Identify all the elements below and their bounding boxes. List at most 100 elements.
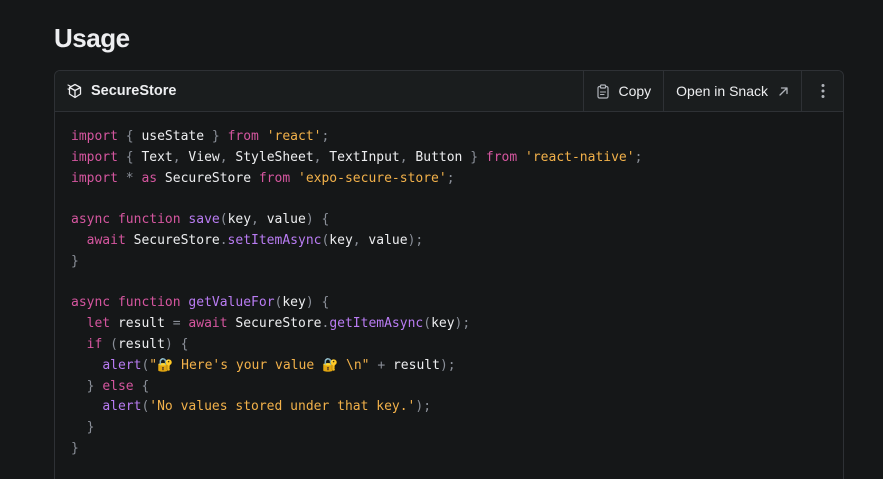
code-line: } (71, 418, 642, 439)
code-line: } (71, 252, 642, 273)
code-token: SecureStore (157, 170, 259, 186)
code-token: Button (407, 149, 471, 165)
code-token: let (86, 316, 111, 332)
code-token: = (172, 316, 181, 332)
code-token: result (110, 316, 173, 332)
code-token: SecureStore (125, 232, 220, 248)
code-token: SecureStore (227, 316, 322, 332)
code-token: { (180, 336, 189, 352)
code-line: await SecureStore.setItemAsync(key, valu… (71, 231, 642, 252)
code-line: async function getValueFor(key) { (71, 293, 642, 314)
code-token: alert (102, 399, 142, 415)
code-token: { (125, 129, 134, 144)
code-token: ); (415, 399, 432, 415)
code-token: ); (439, 357, 456, 373)
code-token: { (125, 149, 134, 165)
code-token: result (385, 357, 440, 373)
more-options-button[interactable] (801, 71, 843, 111)
code-token: } (86, 420, 95, 436)
code-token: { (321, 295, 330, 311)
code-token: save (188, 212, 220, 228)
code-line: if (result) { (71, 335, 642, 356)
code-token: useState (133, 129, 212, 144)
code-token: ) (305, 295, 314, 311)
code-token: key (282, 295, 306, 311)
code-token: else (102, 378, 134, 394)
code-token: { (141, 378, 150, 394)
code-token: value (360, 232, 408, 248)
code-token: key (329, 232, 353, 248)
code-token: "🔐 Here's your value 🔐 \n" (149, 357, 370, 373)
code-token: alert (102, 357, 142, 373)
code-token: } (211, 129, 220, 144)
docs-page: Usage SecureStore Copy Open in Snack imp… (0, 0, 883, 479)
code-token: , (172, 149, 181, 165)
code-line: } (71, 439, 642, 460)
open-in-snack-label: Open in Snack (676, 83, 768, 99)
code-token: } (470, 149, 479, 165)
code-token: import (71, 129, 118, 144)
code-token: async (71, 212, 111, 228)
code-token: await (86, 232, 126, 248)
code-token: async (71, 295, 111, 311)
arrow-up-right-icon (778, 86, 789, 97)
copy-button[interactable]: Copy (583, 71, 663, 111)
code-token: if (86, 336, 103, 352)
code-token: from (227, 129, 259, 144)
code-body: import { useState } from 'react'; import … (55, 112, 843, 479)
vertical-ellipsis-icon (821, 83, 825, 99)
code-token: key (227, 212, 252, 228)
code-token: function (117, 212, 181, 228)
code-line: import * as SecureStore from 'expo-secur… (71, 169, 642, 190)
code-token: 'react-native' (525, 149, 635, 165)
code-token: } (71, 440, 79, 456)
code-token: . (219, 232, 228, 248)
code-token: function (117, 295, 181, 311)
code-line: alert('No values stored under that key.'… (71, 397, 642, 418)
code-token: } (71, 253, 79, 269)
clipboard-icon (596, 83, 610, 99)
code-token: { (321, 212, 330, 228)
code-token: Text (133, 149, 173, 165)
code-token: ; (446, 170, 455, 186)
code-line: async function save(key, value) { (71, 210, 642, 231)
open-in-snack-button[interactable]: Open in Snack (663, 71, 801, 111)
code-block-header: SecureStore Copy Open in Snack (55, 71, 843, 112)
code-token: ; (634, 149, 643, 165)
code-token: ( (219, 212, 228, 228)
code-token: * (125, 170, 134, 186)
code-token: from (485, 149, 518, 165)
code-token: setItemAsync (227, 232, 322, 248)
code-token: TextInput (321, 149, 400, 165)
code-token: import (71, 170, 118, 186)
code-token: , (219, 149, 228, 165)
code-token: from (258, 170, 291, 186)
code-token: ( (110, 336, 118, 352)
code-line: import { useState } from 'react'; (71, 127, 642, 148)
code-token: result (117, 336, 165, 352)
code-token: ( (423, 316, 432, 332)
code-token: , (352, 232, 361, 248)
code-token: ) (305, 212, 314, 228)
code-token: 'expo-secure-store' (298, 170, 447, 186)
code-token: ); (407, 232, 424, 248)
code-line: import { Text, View, StyleSheet, TextInp… (71, 148, 642, 169)
section-heading: Usage (54, 23, 130, 53)
code-token: import (71, 149, 118, 165)
